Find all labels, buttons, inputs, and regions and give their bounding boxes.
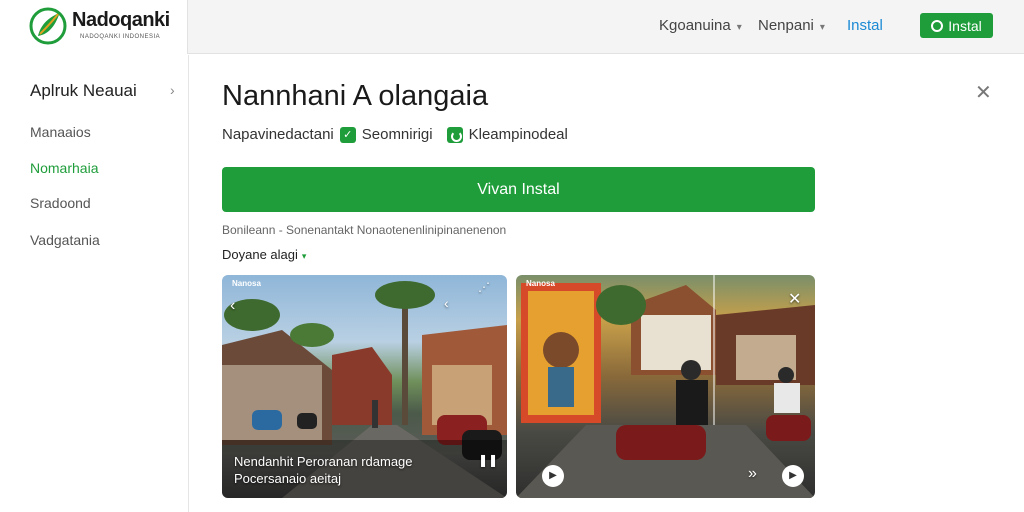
refresh-icon — [446, 126, 463, 143]
sidebar: Aplruk Neauai › Manaaios Nomarhaia Srado… — [0, 55, 189, 512]
device-dropdown[interactable]: Doyane alagi ▾ — [222, 247, 306, 262]
chevron-left-icon[interactable]: ‹ — [444, 295, 449, 311]
share-icon[interactable]: ⋰ — [478, 280, 490, 294]
play-icon[interactable]: ▶ — [542, 465, 564, 487]
nav-menu-2[interactable]: Nenpani ▾ — [758, 17, 825, 34]
screenshot-1-caption: Nendanhit Peroranan rdamage Pocersanaio … — [234, 453, 413, 487]
chevron-right-icon[interactable]: › — [170, 82, 175, 98]
chevron-down-icon: ▾ — [819, 22, 825, 33]
pause-icon[interactable]: ❚❚ — [478, 453, 498, 467]
screenshot-1-tag: Nanosa — [232, 279, 261, 288]
screenshot-2[interactable]: Nanosa ✕ ▶ » ▶ — [516, 275, 815, 498]
device-dropdown-label: Doyane alagi — [222, 247, 298, 262]
sidebar-item-2[interactable]: Nomarhaia — [30, 160, 98, 176]
meta-badge-2: Kleampinodeal — [468, 126, 568, 143]
nav-menu-2-label: Nenpani — [758, 17, 814, 34]
close-icon[interactable]: ✕ — [788, 289, 801, 309]
logo[interactable]: Nadoqanki NADOQANKI INDONESIA — [0, 0, 188, 54]
top-bar: Nadoqanki NADOQANKI INDONESIA Kgoanuina ▾… — [0, 0, 1024, 54]
caption-line-1: Nendanhit Peroranan rdamage — [234, 454, 413, 469]
screenshot-1[interactable]: Nanosa ‹ ‹ ⋰ Nendanhit Peroranan rdamage… — [222, 275, 507, 498]
install-button[interactable]: Vivan Instal — [222, 167, 815, 212]
nav-install-link[interactable]: Instal — [847, 17, 883, 34]
publisher-name[interactable]: Napavinedactani — [222, 126, 334, 143]
market-scene-image — [516, 275, 815, 498]
meta-badge-1: Seomnirigi — [361, 126, 433, 143]
caption-line-2: Pocersanaio aeitaj — [234, 471, 341, 486]
sidebar-item-3[interactable]: Sradoond — [30, 195, 91, 211]
chevron-down-icon: ▾ — [301, 251, 307, 261]
brand-tagline: NADOQANKI INDONESIA — [80, 34, 161, 40]
sidebar-item-4[interactable]: Vadgatania — [30, 232, 100, 248]
fast-forward-icon[interactable]: » — [748, 465, 757, 483]
app-title: Nannhani A olangaia — [222, 80, 489, 112]
chevron-left-icon[interactable]: ‹ — [230, 297, 235, 315]
nav-menu-1[interactable]: Kgoanuina ▾ — [659, 17, 742, 34]
install-icon — [931, 19, 944, 32]
header-install-label: Instal — [948, 17, 982, 34]
nav-menu-1-label: Kgoanuina — [659, 17, 731, 34]
app-meta: Napavinedactani ✓ Seomnirigi Kleampinode… — [222, 126, 568, 143]
fine-print: Bonileann - Sonenantakt Nonaotenenlinipi… — [222, 223, 507, 237]
sidebar-item-1[interactable]: Manaaios — [30, 124, 91, 140]
brand-name: Nadoqanki — [72, 9, 170, 31]
chevron-down-icon: ▾ — [736, 22, 742, 33]
close-icon[interactable]: ✕ — [975, 80, 992, 105]
sidebar-header[interactable]: Aplruk Neauai — [30, 81, 137, 101]
leaf-logo-icon — [29, 7, 67, 45]
check-icon: ✓ — [339, 126, 356, 143]
play-icon[interactable]: ▶ — [782, 465, 804, 487]
header-install-button[interactable]: Instal — [920, 13, 993, 38]
screenshot-2-tag: Nanosa — [526, 279, 555, 288]
